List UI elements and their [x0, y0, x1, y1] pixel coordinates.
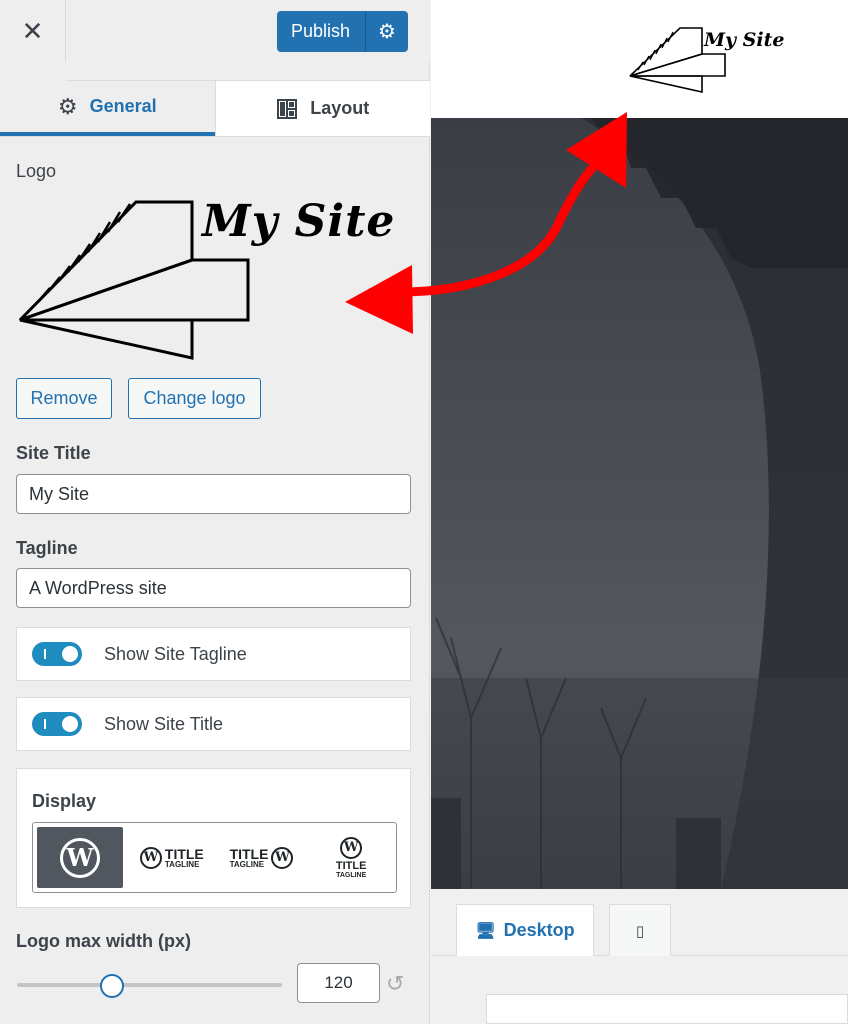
- wordpress-logo-icon: W: [340, 836, 363, 859]
- site-preview: My Site 🖥 Desktop ▯: [431, 0, 848, 1024]
- publish-button[interactable]: Publish ⚙: [277, 11, 408, 52]
- gear-icon[interactable]: ⚙: [365, 11, 408, 52]
- site-title-input[interactable]: My Site: [16, 474, 411, 514]
- mobile-icon: ▯: [635, 922, 645, 940]
- display-option-logo-only[interactable]: W: [37, 827, 123, 888]
- show-tagline-label: Show Site Tagline: [104, 643, 247, 664]
- show-title-label: Show Site Title: [104, 713, 224, 734]
- logo-width-input[interactable]: 120: [297, 963, 380, 1003]
- logo-width-label: Logo max width (px): [16, 931, 191, 951]
- show-tagline-row: Show Site Tagline: [16, 627, 411, 681]
- tab-general-label: General: [89, 96, 157, 116]
- preview-site-logo[interactable]: My Site: [628, 20, 798, 100]
- desktop-icon: 🖥: [475, 922, 496, 940]
- tab-layout[interactable]: Layout: [214, 81, 430, 136]
- show-title-toggle[interactable]: [32, 712, 82, 736]
- wordpress-logo-icon: W: [271, 846, 294, 869]
- option-title-text: TITLE: [335, 859, 367, 872]
- tagline-input[interactable]: A WordPress site: [16, 568, 411, 608]
- preview-logo-text: My Site: [703, 29, 785, 51]
- device-switcher: 🖥 Desktop ▯: [431, 889, 848, 956]
- show-title-row: Show Site Title: [16, 697, 411, 751]
- display-option-logo-right-title[interactable]: TITLE TAGLINE W: [217, 823, 307, 892]
- wordpress-logo-icon: W: [139, 846, 162, 869]
- site-title-label: Site Title: [16, 443, 91, 463]
- preview-footer-frame: [486, 994, 848, 1024]
- publish-button-label: Publish: [291, 21, 351, 41]
- publish-area: Publish ⚙: [66, 0, 430, 81]
- customizer-sidebar: ✕ Publish ⚙ ⚙ General Layout Logo My Sit…: [0, 0, 430, 1024]
- option-tagline-text: TAGLINE: [229, 859, 265, 869]
- show-tagline-toggle[interactable]: [32, 642, 82, 666]
- close-button[interactable]: ✕: [0, 0, 66, 62]
- gear-icon: ⚙: [57, 93, 78, 119]
- layout-grid-icon: [277, 98, 298, 119]
- display-option-logo-top-title[interactable]: W TITLE TAGLINE: [306, 823, 396, 892]
- reset-icon[interactable]: ↺: [386, 971, 404, 997]
- remove-logo-button[interactable]: Remove: [16, 378, 112, 419]
- logo-width-slider-thumb[interactable]: [100, 974, 125, 998]
- desktop-tab-label: Desktop: [503, 920, 575, 940]
- panel-tabs: ⚙ General Layout: [0, 81, 430, 137]
- mobile-preview-tab[interactable]: ▯: [609, 904, 671, 956]
- option-title-text: TITLE: [229, 845, 269, 862]
- close-icon: ✕: [21, 15, 44, 46]
- logo-label: Logo: [16, 161, 57, 181]
- option-tagline-text: TAGLINE: [336, 871, 367, 879]
- display-label: Display: [32, 791, 97, 811]
- option-tagline-text: TAGLINE: [164, 859, 200, 869]
- display-options: W W TITLE TAGLINE TITLE TAGLINE W W TITL…: [32, 822, 397, 893]
- logo-image: My Site: [18, 196, 395, 360]
- change-logo-button[interactable]: Change logo: [128, 378, 261, 419]
- preview-site-header: My Site: [431, 0, 848, 118]
- preview-hero-image: [431, 118, 848, 889]
- tagline-label: Tagline: [16, 538, 78, 558]
- tab-layout-label: Layout: [310, 98, 370, 118]
- desktop-preview-tab[interactable]: 🖥 Desktop: [456, 904, 594, 956]
- logo-width-slider-track[interactable]: [17, 983, 282, 987]
- wordpress-logo-icon: W: [60, 837, 100, 878]
- option-title-text: TITLE: [164, 845, 204, 862]
- tab-general[interactable]: ⚙ General: [0, 81, 215, 136]
- logo-image-text: My Site: [200, 196, 395, 247]
- display-option-logo-left-title[interactable]: W TITLE TAGLINE: [127, 823, 217, 892]
- display-card: Display W W TITLE TAGLINE TITLE TAGLINE …: [16, 768, 411, 908]
